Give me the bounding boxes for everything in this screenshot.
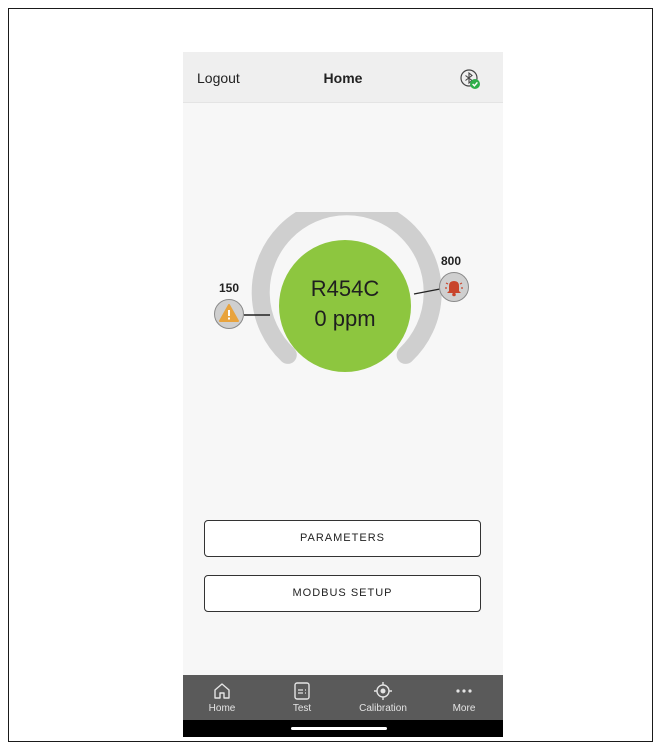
alarm-threshold-value: 800 xyxy=(441,254,462,268)
modbus-setup-button[interactable]: MODBUS SETUP xyxy=(204,575,481,612)
ppm-reading: 0 ppm xyxy=(314,306,376,331)
phone-screen: Logout Home R454C 0 ppm 150 800 PARAMETE… xyxy=(183,52,503,737)
home-icon xyxy=(214,683,230,699)
tab-more[interactable]: More xyxy=(429,675,499,720)
tab-test-label: Test xyxy=(292,703,312,714)
warning-icon xyxy=(219,304,239,322)
warning-threshold-badge[interactable] xyxy=(214,299,244,329)
tab-calibration-label: Calibration xyxy=(359,703,407,714)
calibration-icon xyxy=(374,682,392,700)
bluetooth-connected-icon[interactable] xyxy=(459,68,481,90)
home-indicator[interactable] xyxy=(291,727,387,730)
warning-threshold-value: 150 xyxy=(219,281,240,295)
parameters-button[interactable]: PARAMETERS xyxy=(204,520,481,557)
alarm-threshold-badge[interactable] xyxy=(439,272,469,302)
bottom-tab-bar: Home Test Calibration More xyxy=(183,675,503,720)
more-icon xyxy=(456,689,472,693)
screenshot-frame: Logout Home R454C 0 ppm 150 800 PARAMETE… xyxy=(8,8,653,742)
system-home-bar xyxy=(183,720,503,737)
page-title: Home xyxy=(323,70,363,86)
alarm-bell-icon xyxy=(445,281,463,297)
tab-home-label: Home xyxy=(208,703,236,714)
tab-more-label: More xyxy=(452,703,476,714)
gas-type-label: R454C xyxy=(310,276,380,301)
test-icon xyxy=(294,682,310,700)
tab-home[interactable]: Home xyxy=(187,675,257,720)
tab-calibration[interactable]: Calibration xyxy=(348,675,418,720)
header-bar: Logout Home xyxy=(183,52,503,103)
tab-test[interactable]: Test xyxy=(267,675,337,720)
gas-reading-dial: R454C 0 ppm xyxy=(279,240,411,372)
